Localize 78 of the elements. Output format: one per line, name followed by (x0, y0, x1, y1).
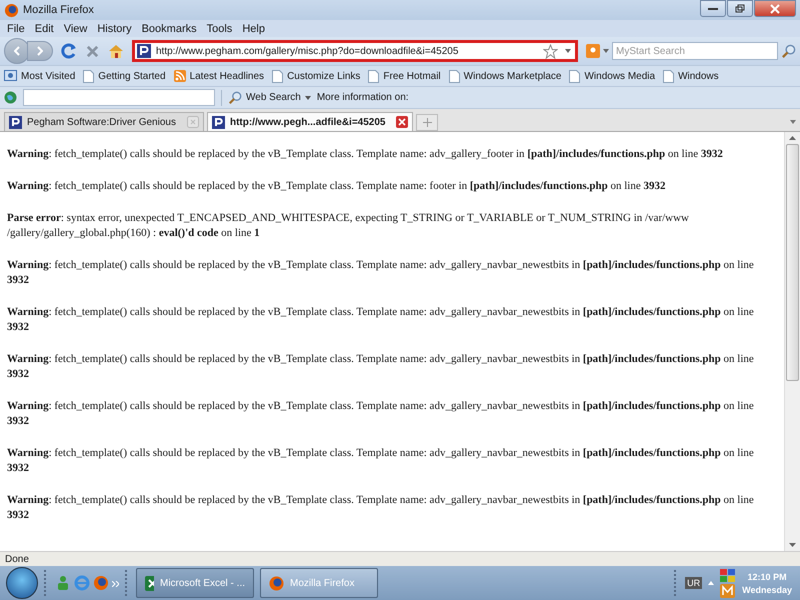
menu-item[interactable]: Edit (30, 22, 59, 34)
error-message: Warning: fetch_template() calls should be replaced by the vB_Template class. Template name: adv_gallery_navbar_newestbits in [path]/includes/functions.php on line 3932 (7, 493, 755, 523)
error-message: Warning: fetch_template() calls should be replaced by the vB_Template class. Template name: adv_gallery_navbar_newestbits in [path]/includes/functions.php on line 3932 (7, 258, 755, 288)
page-icon (83, 70, 94, 82)
folder-icon (4, 70, 17, 82)
rss-feed-icon (174, 70, 186, 82)
menu-item[interactable]: File (2, 22, 30, 34)
page-icon (272, 70, 284, 82)
tab-list-caret-icon[interactable] (790, 120, 796, 124)
page-icon (448, 70, 460, 82)
close-button[interactable] (754, 0, 796, 17)
menu-item[interactable]: History (92, 22, 137, 34)
more-icon[interactable] (112, 581, 119, 587)
scroll-up-icon[interactable] (789, 136, 796, 140)
star-icon[interactable] (543, 44, 558, 58)
toolbar-search-field[interactable] (23, 89, 215, 106)
bookmark-item[interactable]: Windows (663, 70, 719, 82)
site-icon (137, 44, 151, 58)
search-icon[interactable] (781, 44, 796, 58)
forward-button[interactable] (27, 41, 53, 61)
error-message: Warning: fetch_template() calls should be replaced by the vB_Template class. Template name: footer in [path]/includes/functions.php on line 3932 (7, 179, 666, 194)
dropdown-caret-icon[interactable] (565, 49, 571, 53)
home-icon[interactable] (108, 43, 124, 59)
close-icon (770, 4, 780, 14)
dropdown-caret-icon[interactable] (603, 49, 609, 53)
close-tab-icon[interactable] (396, 116, 408, 128)
info-label: More information on: (316, 92, 409, 103)
web-search-button[interactable]: Web Search (228, 90, 311, 104)
stop-icon[interactable] (85, 44, 100, 58)
page-icon (368, 70, 380, 82)
url-text: http://www.pegham.com/gallery/misc.php?do=downloadfile&i=45205 (156, 46, 460, 56)
menu-item[interactable]: Bookmarks (136, 22, 202, 34)
vertical-scrollbar[interactable] (784, 132, 800, 551)
page-icon (569, 70, 580, 82)
browser-tab[interactable]: http://www.pegh...adfile&i=45205 (206, 112, 414, 131)
colored-blocks-icon[interactable] (720, 568, 736, 582)
error-message: Warning: fetch_template() calls should be replaced by the vB_Template class. Template name: adv_gallery_navbar_newestbits in [path]/includes/functions.php on line 3932 (7, 446, 755, 476)
spreadsheet-icon (145, 576, 154, 590)
address-bar[interactable]: http://www.pegham.com/gallery/misc.php?do=downloadfile&i=45205 (132, 40, 578, 62)
site-icon (9, 116, 22, 128)
globe-icon (4, 91, 17, 104)
error-message: Warning: fetch_template() calls should be replaced by the vB_Template class. Template name: adv_gallery_navbar_newestbits in [path]/includes/functions.php on line 3932 (7, 352, 755, 382)
status-text: Done (5, 554, 29, 564)
error-message: Warning: fetch_template() calls should be replaced by the vB_Template class. Template name: adv_gallery_navbar_newestbits in [path]/includes/functions.php on line 3932 (7, 399, 755, 429)
restore-button[interactable] (727, 0, 753, 17)
search-icon (228, 90, 242, 104)
site-icon (212, 116, 225, 128)
restore-icon (735, 4, 745, 13)
caret-icon (304, 96, 311, 100)
language-indicator[interactable]: UR (685, 577, 702, 589)
bookmark-item[interactable]: Windows Marketplace (448, 70, 562, 82)
bookmark-item[interactable]: Customize Links (272, 70, 360, 82)
m-badge-icon[interactable] (720, 584, 736, 598)
menu-item[interactable]: Help (237, 22, 270, 34)
show-hidden-icons-caret-icon[interactable] (708, 581, 714, 585)
start-button[interactable] (6, 567, 38, 599)
bookmark-item[interactable]: Getting Started (83, 70, 166, 82)
browser-tab[interactable]: Pegham Software:Driver Genious (4, 112, 204, 131)
bookmark-item[interactable]: Windows Media (569, 70, 656, 82)
error-message: Warning: fetch_template() calls should be replaced by the vB_Template class. Template name: adv_gallery_footer in [path]/includes/functions.php on line 3932 (7, 147, 724, 162)
search-engine-icon[interactable] (586, 44, 600, 58)
back-button[interactable] (4, 38, 30, 64)
bookmark-item[interactable]: Free Hotmail (368, 70, 441, 82)
bookmark-item[interactable]: Latest Headlines (174, 70, 264, 82)
window-title: Mozilla Firefox (23, 4, 95, 16)
search-field[interactable]: MyStart Search (612, 42, 778, 60)
minimize-icon (708, 8, 718, 10)
page-icon (663, 70, 674, 82)
plus-icon (422, 118, 432, 127)
reload-icon[interactable] (61, 43, 77, 59)
new-tab-button[interactable] (416, 114, 438, 131)
menu-item[interactable]: Tools (202, 22, 238, 34)
minimize-button[interactable] (700, 0, 726, 17)
error-message: Parse error: syntax error, unexpected T_ENCAPSED_AND_WHITESPACE, expecting T_STRING or T_VARIABLE or T_NUM_STRING in /var/www /gallery/gallery_global.php(160) : eval()'d code on line 1 (7, 211, 690, 241)
bookmark-item[interactable]: Most Visited (4, 70, 76, 82)
error-message: Warning: fetch_template() calls should be replaced by the vB_Template class. Template name: adv_gallery_navbar_newestbits in [path]/includes/functions.php on line 3932 (7, 305, 755, 335)
scroll-down-icon[interactable] (789, 543, 796, 547)
menu-item[interactable]: View (58, 22, 92, 34)
